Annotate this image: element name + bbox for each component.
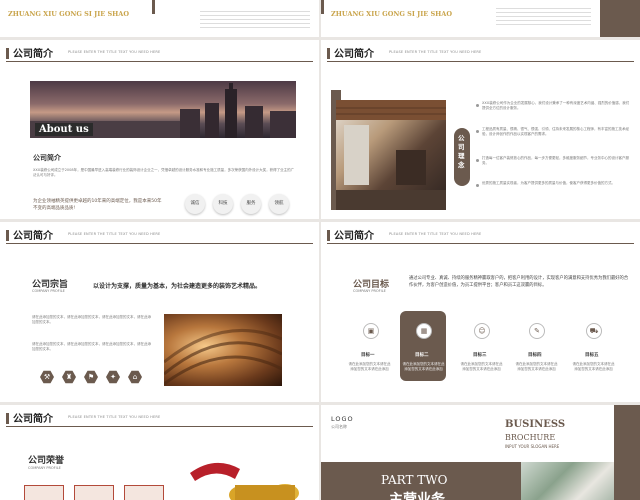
slide-header: 公司简介 PLEASE ENTER THE TITLE TEXT YOU NEE… bbox=[0, 222, 319, 252]
goal-desc-2: 请在此添加您的文本请在此添加您的文本请在此添加 bbox=[402, 362, 445, 371]
hex-icon-2: ♜ bbox=[62, 370, 76, 384]
slide-header: 公司简介 PLEASE ENTER THE TITLE TEXT YOU NEE… bbox=[0, 405, 319, 435]
slide-title: 公司简介 bbox=[13, 49, 53, 60]
certificate-2 bbox=[74, 485, 114, 500]
about-us-label: About us bbox=[35, 123, 93, 136]
slide-title: 公司简介 bbox=[13, 414, 53, 425]
slide-subtitle: PLEASE ENTER THE TITLE TEXT YOU NEED HER… bbox=[68, 232, 161, 236]
slide-subtitle: PLEASE ENTER THE TITLE TEXT YOU NEED HER… bbox=[68, 415, 161, 419]
brand-text: ZHUANG XIU GONG SI JIE SHAO bbox=[331, 10, 453, 18]
goal-label-5: 目标五 bbox=[585, 353, 599, 358]
slide-title: 公司简介 bbox=[334, 49, 374, 60]
certificate-1 bbox=[24, 485, 64, 500]
truck-icon[interactable]: ⛟ bbox=[586, 323, 602, 339]
goal-desc-5: 请在此添加您的文本请在此添加您的文本请在此添加 bbox=[572, 362, 615, 371]
goal-heading-en: COMPANY PROFILE bbox=[353, 289, 386, 293]
side-block bbox=[614, 405, 640, 500]
concept-text-1: XXX装修公司作为企业的发展核心，我们设计秉承了一种有深度艺术内涵、强烈的价值感… bbox=[482, 101, 630, 110]
goal-desc-4: 请在此添加您的文本请在此添加您的文本请在此添加 bbox=[515, 362, 558, 371]
brochure-text: BROCHURE bbox=[505, 433, 556, 442]
side-block bbox=[600, 0, 640, 37]
slogan-text: INPUT YOUR SLOGAN HERE bbox=[505, 444, 560, 449]
plant-photo bbox=[521, 462, 616, 500]
accent-block bbox=[321, 0, 324, 14]
bullet-dot-1 bbox=[476, 104, 479, 107]
hex-icon-5: ⌂ bbox=[128, 370, 142, 384]
grid-icon[interactable]: ▦ bbox=[416, 323, 432, 339]
concept-text-3: 打造每一位客户装修放心的作品，每一步方便更轻，多维度服务细节，专业务中心的设计客… bbox=[482, 156, 629, 165]
honor-heading-en: COMPANY PROFILE bbox=[28, 466, 61, 470]
intro-paragraph: XXX装修公司成立于2008年，是中国最早进入高端装修行业的装饰设计企业之一，凭… bbox=[33, 168, 295, 177]
concept-text-2: 工程品质有质量、很精、很气、很强、引领、住持未来发展的核心工程师，有丰富的施工技… bbox=[482, 127, 629, 136]
slide-6[interactable]: 公司简介 PLEASE ENTER THE TITLE TEXT YOU NEE… bbox=[321, 222, 640, 402]
concept-text-4: 优秀的施工质量实现者，为客户提供更多的质量与价值，使客户获得更多价值的方式。 bbox=[482, 181, 615, 185]
interior-graphic bbox=[336, 100, 446, 210]
company-name: 公司名称 bbox=[331, 424, 347, 429]
slide-7[interactable]: 公司简介 PLEASE ENTER THE TITLE TEXT YOU NEE… bbox=[0, 405, 319, 500]
accent-block bbox=[152, 0, 155, 14]
pill-service[interactable]: 服务 bbox=[241, 194, 261, 214]
mission-para-2: 请在此添加您的文本，请在此添加您的文本，请在此添加您的文本，请在此添加您的文本。 bbox=[32, 342, 151, 351]
mission-slogan: 以设计为支撑，质量为基本，为社会建造更多的装饰艺术精品。 bbox=[93, 283, 262, 290]
certificate-3 bbox=[124, 485, 164, 500]
slide-3[interactable]: 公司简介 PLEASE ENTER THE TITLE TEXT YOU NEE… bbox=[0, 40, 319, 219]
trophy-graphic bbox=[190, 462, 299, 500]
bullet-dot-4 bbox=[476, 184, 479, 187]
hex-icon-4: ✦ bbox=[106, 370, 120, 384]
part-label: PART TWO bbox=[381, 473, 448, 487]
slide-subtitle: PLEASE ENTER THE TITLE TEXT YOU NEED HER… bbox=[389, 50, 482, 54]
honor-heading: 公司荣誉 bbox=[28, 456, 65, 466]
slide-header: 公司简介 PLEASE ENTER THE TITLE TEXT YOU NEE… bbox=[0, 40, 319, 70]
pill-tech[interactable]: 科技 bbox=[213, 194, 233, 214]
concept-label: 公司理念 bbox=[458, 134, 465, 169]
filler-text bbox=[200, 8, 310, 28]
logo-text: LOGO bbox=[331, 415, 354, 423]
pill-honesty[interactable]: 诚信 bbox=[185, 194, 205, 214]
wood-photo bbox=[164, 314, 282, 386]
goal-label-2: 目标二 bbox=[415, 353, 429, 358]
hex-icon-3: ⚑ bbox=[84, 370, 98, 384]
goal-label-4: 目标四 bbox=[528, 353, 542, 358]
goal-desc-3: 请在此添加您的文本请在此添加您的文本请在此添加 bbox=[460, 362, 503, 371]
city-banner: About us bbox=[30, 81, 296, 138]
bullet-dot-2 bbox=[476, 130, 479, 133]
slide-subtitle: PLEASE ENTER THE TITLE TEXT YOU NEED HER… bbox=[68, 50, 161, 54]
user-icon[interactable]: ☺ bbox=[474, 323, 490, 339]
goal-desc-1: 请在此添加您的文本请在此添加您的文本请在此添加 bbox=[348, 362, 391, 371]
interior-photo bbox=[336, 100, 446, 210]
business-text: BUSINESS bbox=[505, 419, 566, 430]
slide-5[interactable]: 公司简介 PLEASE ENTER THE TITLE TEXT YOU NEE… bbox=[0, 222, 319, 402]
filler-text bbox=[496, 5, 591, 27]
section-title: 公司简介 bbox=[33, 154, 61, 162]
wood-graphic bbox=[164, 328, 282, 386]
slide-4[interactable]: 公司简介 PLEASE ENTER THE TITLE TEXT YOU NEE… bbox=[321, 40, 640, 219]
slide-2[interactable]: ZHUANG XIU GONG SI JIE SHAO bbox=[321, 0, 640, 37]
part-cn-label: 主营业务 bbox=[389, 492, 445, 500]
briefcase-icon[interactable]: ▣ bbox=[363, 323, 379, 339]
slide-1[interactable]: ZHUANG XIU GONG SI JIE SHAO bbox=[0, 0, 319, 37]
slide-header: 公司简介 PLEASE ENTER THE TITLE TEXT YOU NEE… bbox=[321, 222, 640, 252]
pin-icon[interactable]: ✎ bbox=[529, 323, 545, 339]
bullet-dot-3 bbox=[476, 159, 479, 162]
goal-label-3: 目标三 bbox=[473, 353, 487, 358]
hex-icon-1: ⚒ bbox=[40, 370, 54, 384]
slide-header: 公司简介 PLEASE ENTER THE TITLE TEXT YOU NEE… bbox=[321, 40, 640, 70]
goal-intro: 通过公司专业、真诚、持续的服务精神赢取客户的，把客户利用的设计，实现客户的满意和… bbox=[409, 276, 629, 288]
goal-label-1: 目标一 bbox=[361, 353, 375, 358]
pill-lead[interactable]: 领航 bbox=[269, 194, 289, 214]
highlight-text: 为企业领袖精英提供更卓越的10年来的高端定位，我是本来50年不变的高端品质品质! bbox=[33, 199, 162, 211]
mission-heading-en: COMPANY PROFILE bbox=[32, 289, 65, 293]
slide-8[interactable]: LOGO 公司名称 BUSINESS BROCHURE INPUT YOUR S… bbox=[321, 405, 640, 500]
slide-subtitle: PLEASE ENTER THE TITLE TEXT YOU NEED HER… bbox=[389, 232, 482, 236]
slide-title: 公司简介 bbox=[334, 231, 374, 242]
slide-title: 公司简介 bbox=[13, 231, 53, 242]
brand-text: ZHUANG XIU GONG SI JIE SHAO bbox=[8, 10, 130, 18]
mission-para-1: 请在此添加您的文本，请在此添加您的文本，请在此添加您的文本，请在此添加您的文本。 bbox=[32, 315, 151, 324]
